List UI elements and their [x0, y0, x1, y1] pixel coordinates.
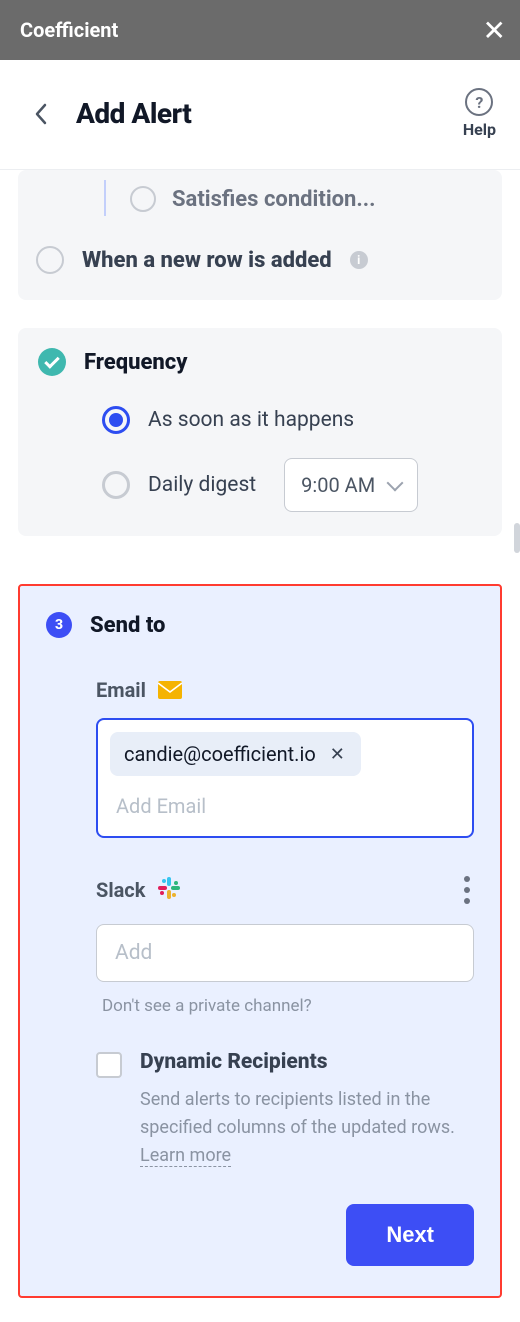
- slack-label: Slack: [96, 878, 145, 902]
- info-icon[interactable]: i: [350, 251, 368, 269]
- frequency-title: Frequency: [84, 350, 187, 375]
- frequency-daily-label: Daily digest: [148, 473, 256, 497]
- time-select[interactable]: 9:00 AM: [284, 458, 418, 512]
- slack-menu-icon[interactable]: [460, 872, 474, 908]
- radio-selected-icon: [102, 406, 130, 434]
- close-icon[interactable]: ✕: [483, 14, 506, 47]
- frequency-option-daily[interactable]: Daily digest 9:00 AM: [102, 458, 482, 512]
- email-input[interactable]: candie@coefficient.io ✕ Add Email: [96, 718, 474, 838]
- dynamic-checkbox[interactable]: [96, 1052, 122, 1078]
- next-button[interactable]: Next: [346, 1204, 474, 1266]
- trigger-section: Satisfies condition... When a new row is…: [18, 170, 502, 300]
- slack-placeholder: Add: [115, 941, 152, 965]
- slack-icon: [157, 876, 181, 904]
- send-to-title: Send to: [90, 613, 165, 638]
- step-badge: 3: [46, 612, 72, 638]
- titlebar: Coefficient ✕: [0, 0, 520, 60]
- frequency-option-immediate[interactable]: As soon as it happens: [102, 406, 482, 434]
- trigger-vline: [104, 180, 106, 216]
- trigger-new-row-label: When a new row is added: [82, 248, 332, 273]
- email-placeholder: Add Email: [116, 794, 206, 818]
- body: Satisfies condition... When a new row is…: [0, 170, 520, 1318]
- envelope-icon: [158, 681, 182, 699]
- send-to-section: 3 Send to Email candie@coefficient.io ✕ …: [18, 584, 502, 1298]
- trigger-option-satisfies[interactable]: Satisfies condition...: [130, 186, 484, 212]
- page-title: Add Alert: [76, 97, 191, 130]
- slack-input[interactable]: Add: [96, 924, 474, 982]
- back-button[interactable]: [30, 103, 52, 125]
- email-field-block: Email candie@coefficient.io ✕ Add Email: [96, 678, 474, 838]
- email-chip-value: candie@coefficient.io: [124, 742, 316, 766]
- radio-icon: [102, 471, 130, 499]
- frequency-immediate-label: As soon as it happens: [148, 408, 354, 432]
- check-icon: [38, 348, 66, 376]
- dynamic-title: Dynamic Recipients: [140, 1050, 328, 1074]
- dynamic-recipients-row: Dynamic Recipients: [96, 1050, 474, 1078]
- slack-private-note[interactable]: Don't see a private channel?: [102, 996, 474, 1016]
- remove-chip-icon[interactable]: ✕: [328, 744, 347, 765]
- frequency-section: Frequency As soon as it happens Daily di…: [18, 328, 502, 536]
- page-header: Add Alert ? Help: [0, 60, 520, 170]
- radio-icon: [130, 186, 156, 212]
- scrollbar[interactable]: [514, 523, 520, 553]
- dynamic-description: Send alerts to recipients listed in the …: [140, 1086, 460, 1170]
- help-icon: ?: [465, 88, 493, 116]
- time-value: 9:00 AM: [301, 473, 375, 497]
- learn-more-link[interactable]: Learn more: [140, 1145, 231, 1167]
- trigger-satisfies-label: Satisfies condition...: [172, 187, 376, 212]
- help-label: Help: [463, 120, 496, 139]
- slack-field-block: Slack: [96, 872, 474, 1170]
- trigger-option-new-row[interactable]: When a new row is added i: [36, 246, 484, 274]
- help-button[interactable]: ? Help: [463, 88, 496, 139]
- radio-icon: [36, 246, 64, 274]
- app-name: Coefficient: [20, 18, 118, 42]
- email-label: Email: [96, 678, 146, 702]
- email-chip: candie@coefficient.io ✕: [110, 732, 361, 776]
- chevron-down-icon: [387, 475, 404, 492]
